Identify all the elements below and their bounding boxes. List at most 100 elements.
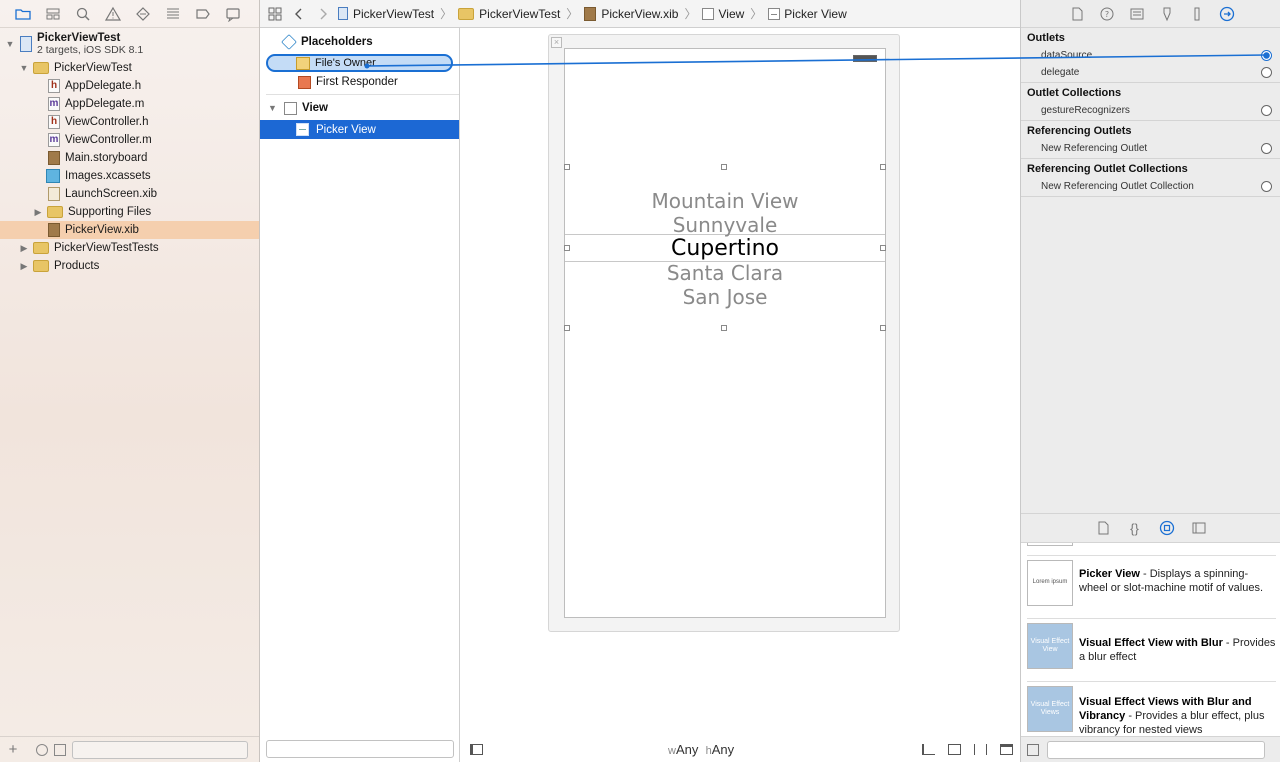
resize-handle[interactable] xyxy=(721,164,727,170)
view-canvas[interactable]: Mountain View Sunnyvale Cupertino Santa … xyxy=(564,48,886,618)
outline-first-responder[interactable]: First Responder xyxy=(260,72,459,92)
resolve-icon[interactable] xyxy=(974,743,987,755)
tree-row-group[interactable]: ▶ Supporting Files xyxy=(0,203,259,221)
outline-view[interactable]: ▼ View xyxy=(260,98,459,118)
breakpoint-icon[interactable] xyxy=(194,5,212,23)
breadcrumb-group[interactable]: PickerViewTest xyxy=(458,7,560,21)
test-icon[interactable] xyxy=(134,5,152,23)
resizing-icon[interactable] xyxy=(1000,743,1013,755)
outlet-row-delegate[interactable]: delegate xyxy=(1021,64,1280,81)
recent-files-icon[interactable] xyxy=(36,743,48,756)
resize-handle[interactable] xyxy=(880,245,886,251)
tree-row-file[interactable]: LaunchScreen.xib xyxy=(0,185,259,203)
breadcrumb-view[interactable]: View xyxy=(702,7,744,21)
forward-arrow-icon[interactable] xyxy=(314,5,332,23)
tree-row-group[interactable]: ▶ PickerViewTestTests xyxy=(0,239,259,257)
related-items-icon[interactable] xyxy=(266,5,284,23)
file-inspector-icon[interactable] xyxy=(1068,5,1086,23)
outline-picker-view-selected[interactable]: Picker View xyxy=(260,120,459,139)
referencing-outlet-collection-row[interactable]: New Referencing Outlet Collection xyxy=(1021,178,1280,195)
search-icon[interactable] xyxy=(74,5,92,23)
grid-view-icon[interactable] xyxy=(1027,743,1039,756)
disclosure-open-icon[interactable]: ▼ xyxy=(268,103,280,113)
disclosure-closed-icon[interactable]: ▶ xyxy=(18,242,30,254)
connection-circle[interactable] xyxy=(1261,143,1272,154)
resize-handle[interactable] xyxy=(721,325,727,331)
library-filter-field[interactable] xyxy=(1047,740,1265,759)
object-library-icon[interactable] xyxy=(1158,519,1176,537)
visual-effect-thumbnail: Visual Effect View xyxy=(1027,623,1073,669)
quick-help-icon[interactable]: ? xyxy=(1098,5,1116,23)
connection-circle[interactable] xyxy=(1261,67,1272,78)
resize-handle[interactable] xyxy=(880,325,886,331)
close-icon[interactable]: × xyxy=(551,37,562,48)
resize-handle[interactable] xyxy=(564,164,570,170)
tree-row-file[interactable]: Images.xcassets xyxy=(0,167,259,185)
utilities-panel: ? Outlets dataSource delegate Outlet Col… xyxy=(1020,0,1280,762)
picker-row-selected[interactable]: Cupertino xyxy=(565,236,885,261)
picker-row[interactable]: Santa Clara xyxy=(565,261,885,285)
folder-icon[interactable] xyxy=(14,5,32,23)
tree-row-group[interactable]: ▼ PickerViewTest xyxy=(0,59,259,77)
navigator-toolbar xyxy=(0,0,259,28)
connections-inspector-icon[interactable] xyxy=(1218,5,1236,23)
disclosure-open-icon[interactable]: ▼ xyxy=(4,38,16,50)
pin-icon[interactable] xyxy=(948,743,961,755)
tree-row-file[interactable]: m ViewController.m xyxy=(0,131,259,149)
debug-icon[interactable] xyxy=(164,5,182,23)
attributes-inspector-icon[interactable] xyxy=(1158,5,1176,23)
library-item-visual-effect-vibrancy[interactable]: Visual Effect Views Visual Effect Views … xyxy=(1027,681,1276,736)
tree-row-project[interactable]: ▼ PickerViewTest 2 targets, iOS SDK 8.1 xyxy=(0,29,259,59)
warning-icon[interactable] xyxy=(104,5,122,23)
connection-circle[interactable] xyxy=(1261,105,1272,116)
connection-circle[interactable] xyxy=(1261,181,1272,192)
tree-row-file[interactable]: h ViewController.h xyxy=(0,113,259,131)
picker-row[interactable]: Mountain View xyxy=(565,189,885,213)
back-arrow-icon[interactable] xyxy=(290,5,308,23)
media-library-icon[interactable] xyxy=(1190,519,1208,537)
picker-row[interactable]: San Jose xyxy=(565,285,885,309)
tree-row-file-selected[interactable]: PickerView.xib xyxy=(0,221,259,239)
disclosure-closed-icon[interactable]: ▶ xyxy=(18,260,30,272)
section-divider xyxy=(1021,120,1280,121)
identity-inspector-icon[interactable] xyxy=(1128,5,1146,23)
breadcrumb-file[interactable]: PickerView.xib xyxy=(584,6,678,21)
outline-item-label: Picker View xyxy=(316,123,376,136)
tree-row-group[interactable]: ▶ Products xyxy=(0,257,259,275)
breadcrumb-picker-view[interactable]: Picker View xyxy=(768,7,847,21)
toggle-outline-icon[interactable] xyxy=(470,743,483,755)
align-icon[interactable] xyxy=(922,743,935,755)
log-icon[interactable] xyxy=(224,5,242,23)
library-item-picker-view[interactable]: Lorem ipsum Picker View - Displays a spi… xyxy=(1027,555,1276,611)
picker-row[interactable]: Sunnyvale xyxy=(565,213,885,237)
symbol-icon[interactable] xyxy=(44,5,62,23)
outlet-row-datasource[interactable]: dataSource xyxy=(1021,47,1280,64)
code-snippet-icon[interactable]: {} xyxy=(1126,519,1144,537)
size-class-control[interactable]: wAny hAny xyxy=(668,742,734,757)
outline-filter-field[interactable] xyxy=(266,740,454,758)
file-template-icon[interactable] xyxy=(1094,519,1112,537)
resize-handle[interactable] xyxy=(564,325,570,331)
breadcrumb-project[interactable]: PickerViewTest xyxy=(338,7,434,21)
resize-handle[interactable] xyxy=(564,245,570,251)
picker-view[interactable]: Mountain View Sunnyvale Cupertino Santa … xyxy=(564,164,886,331)
size-inspector-icon[interactable] xyxy=(1188,5,1206,23)
outline-placeholders-header[interactable]: Placeholders xyxy=(260,32,459,52)
disclosure-closed-icon[interactable]: ▶ xyxy=(32,206,44,218)
tree-row-file[interactable]: Main.storyboard xyxy=(0,149,259,167)
outlet-collection-row[interactable]: gestureRecognizers xyxy=(1021,102,1280,119)
source-control-filter-icon[interactable] xyxy=(54,743,66,756)
project-navigator: ▼ PickerViewTest 2 targets, iOS SDK 8.1 … xyxy=(0,0,260,762)
disclosure-open-icon[interactable]: ▼ xyxy=(18,62,30,74)
library-item-visual-effect[interactable]: Visual Effect View Visual Effect View wi… xyxy=(1027,618,1276,674)
tree-row-file[interactable]: h AppDelegate.h xyxy=(0,77,259,95)
interface-builder-canvas[interactable]: × Mountain View Sunnyvale Cupertino Sant… xyxy=(460,28,1020,762)
project-icon xyxy=(20,36,32,52)
outline-files-owner[interactable]: File's Owner xyxy=(266,54,453,72)
tree-row-file[interactable]: m AppDelegate.m xyxy=(0,95,259,113)
add-icon[interactable]: + xyxy=(6,741,20,758)
connection-circle-connected[interactable] xyxy=(1261,50,1272,61)
navigator-filter-field[interactable] xyxy=(72,740,248,759)
referencing-outlet-row[interactable]: New Referencing Outlet xyxy=(1021,140,1280,157)
resize-handle[interactable] xyxy=(880,164,886,170)
